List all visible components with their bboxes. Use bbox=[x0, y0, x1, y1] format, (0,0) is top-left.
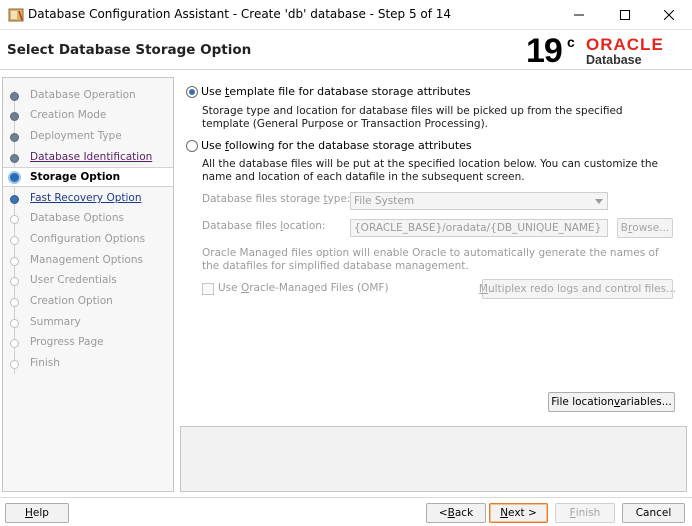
cancel-button[interactable]: Cancel bbox=[622, 503, 685, 523]
step-node-icon bbox=[10, 339, 19, 348]
window-title: Database Configuration Assistant - Creat… bbox=[28, 7, 452, 21]
step-creation-mode: Creation Mode bbox=[3, 106, 173, 126]
use-template-radio[interactable]: Use template file for database storage a… bbox=[186, 85, 486, 99]
step-node-icon bbox=[10, 215, 19, 224]
step-finish: Finish bbox=[3, 354, 173, 374]
step-fast-recovery-option[interactable]: Fast Recovery Option bbox=[3, 189, 173, 209]
next-button[interactable]: Next > bbox=[489, 503, 548, 523]
wizard-footer: Help < Back Next > Finish Cancel bbox=[0, 497, 692, 526]
files-location-input[interactable]: {ORACLE_BASE}/oradata/{DB_UNIQUE_NAME} bbox=[350, 219, 608, 237]
page-title: Select Database Storage Option bbox=[7, 42, 252, 58]
omf-note: Oracle Managed files option will enable … bbox=[202, 247, 659, 272]
message-pane bbox=[180, 426, 687, 492]
omf-checkbox-label[interactable]: Use Oracle-Managed Files (OMF) bbox=[218, 282, 389, 294]
following-description: All the database files will be put at th… bbox=[202, 158, 659, 183]
minimize-icon bbox=[574, 14, 584, 16]
logo-brand: ORACLE bbox=[586, 35, 664, 54]
step-label[interactable]: Fast Recovery Option bbox=[30, 192, 142, 204]
close-button[interactable] bbox=[646, 0, 692, 30]
step-label: Finish bbox=[30, 357, 60, 369]
step-label: Creation Mode bbox=[30, 109, 107, 121]
finish-button[interactable]: Finish bbox=[555, 503, 615, 523]
use-following-radio[interactable]: Use following for the database storage a… bbox=[186, 139, 486, 153]
logo-version: 19 bbox=[526, 32, 563, 70]
step-label: Database Operation bbox=[30, 89, 136, 101]
step-node-icon bbox=[10, 154, 19, 163]
storage-option-panel: Use template file for database storage a… bbox=[180, 77, 688, 421]
template-description: Storage type and location for database f… bbox=[202, 105, 623, 130]
window-titlebar: Database Configuration Assistant - Creat… bbox=[0, 0, 692, 30]
storage-type-select[interactable]: File System bbox=[350, 192, 608, 210]
back-button[interactable]: < Back bbox=[426, 503, 486, 523]
step-user-credentials: User Credentials bbox=[3, 271, 173, 291]
step-node-icon bbox=[10, 319, 19, 328]
step-node-icon bbox=[10, 277, 19, 286]
logo-product: Database bbox=[586, 53, 642, 67]
step-label: Management Options bbox=[30, 254, 144, 266]
use-template-label[interactable]: Use template file for database storage a… bbox=[201, 85, 471, 98]
radio-selected-icon[interactable] bbox=[186, 86, 198, 98]
step-label: Deployment Type bbox=[30, 130, 122, 142]
step-database-options: Database Options bbox=[3, 209, 173, 229]
omf-checkbox[interactable] bbox=[202, 283, 214, 295]
maximize-icon bbox=[620, 10, 630, 20]
files-location-label: Database files location: bbox=[202, 220, 326, 232]
step-label: Progress Page bbox=[30, 336, 104, 348]
step-label: Database Options bbox=[30, 212, 124, 224]
step-label: Creation Option bbox=[30, 295, 113, 307]
current-step-icon bbox=[8, 171, 21, 184]
step-label: Summary bbox=[30, 316, 81, 328]
step-node-icon bbox=[10, 360, 19, 369]
step-database-operation: Database Operation bbox=[3, 86, 173, 106]
maximize-button[interactable] bbox=[602, 0, 648, 30]
step-label[interactable]: Database Identification bbox=[30, 151, 152, 163]
step-node-icon bbox=[10, 257, 19, 266]
step-label: Configuration Options bbox=[30, 233, 146, 245]
multiplex-redo-logs-button[interactable]: Multiplex redo logs and control files... bbox=[479, 279, 676, 299]
step-storage-option: Storage Option bbox=[3, 167, 173, 187]
step-progress-page: Progress Page bbox=[3, 333, 173, 353]
logo-version-sup: c bbox=[567, 34, 575, 50]
step-label: User Credentials bbox=[30, 274, 117, 286]
file-location-variables-button[interactable]: File location v ariables... bbox=[548, 392, 675, 412]
step-database-identification[interactable]: Database Identification bbox=[3, 148, 173, 168]
step-node-icon bbox=[10, 92, 19, 101]
minimize-button[interactable] bbox=[556, 0, 602, 30]
step-label: Storage Option bbox=[30, 171, 121, 183]
browse-button[interactable]: Br owse... bbox=[617, 218, 673, 238]
step-node-icon bbox=[10, 195, 19, 204]
dbca-app-icon bbox=[8, 8, 24, 22]
step-node-icon bbox=[10, 298, 19, 307]
step-node-icon bbox=[10, 133, 19, 142]
step-management-options: Management Options bbox=[3, 251, 173, 271]
step-deployment-type: Deployment Type bbox=[3, 127, 173, 147]
step-configuration-options: Configuration Options bbox=[3, 230, 173, 250]
step-creation-option: Creation Option bbox=[3, 292, 173, 312]
help-button[interactable]: Help bbox=[5, 503, 69, 523]
step-node-icon bbox=[10, 236, 19, 245]
use-following-label[interactable]: Use following for the database storage a… bbox=[201, 139, 472, 152]
chevron-down-icon bbox=[595, 199, 603, 204]
radio-unselected-icon[interactable] bbox=[186, 140, 198, 152]
steps-sidebar: Database Operation Creation Mode Deploym… bbox=[2, 77, 174, 492]
step-summary: Summary bbox=[3, 313, 173, 333]
close-icon bbox=[664, 10, 674, 20]
step-node-icon bbox=[10, 112, 19, 121]
storage-type-label: Database files storage type: bbox=[202, 193, 351, 205]
